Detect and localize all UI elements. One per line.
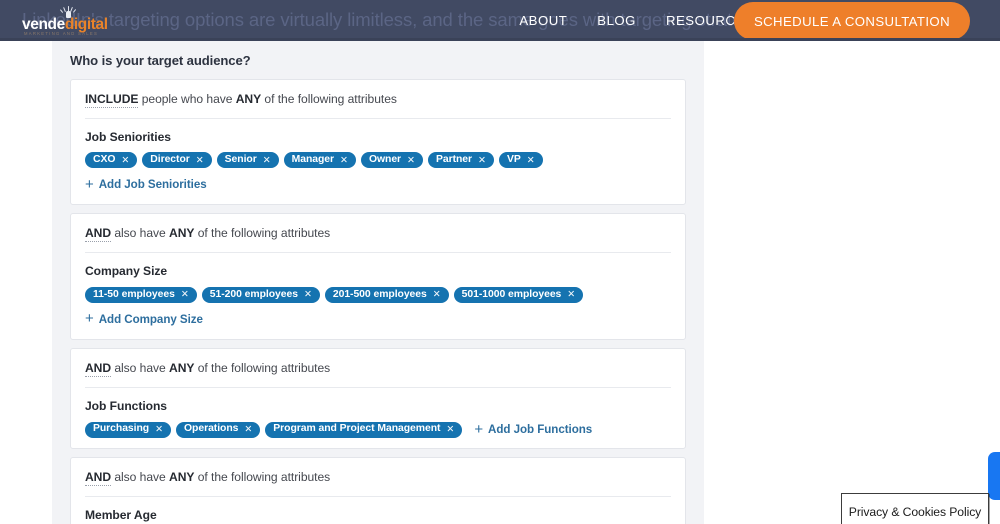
nav-link-about[interactable]: ABOUT — [519, 13, 567, 28]
attribute-chip-label: Manager — [292, 155, 334, 165]
attribute-chip[interactable]: Owner ✕ — [361, 152, 423, 168]
add-attribute-link[interactable]: + Add Job Functions — [474, 422, 592, 437]
attribute-label: Job Functions — [85, 399, 671, 414]
attribute-chip[interactable]: Director ✕ — [142, 152, 211, 168]
page-root: LinkedIn's targeting options are virtual… — [0, 0, 1000, 524]
attribute-chip-label: Program and Project Management — [273, 424, 440, 434]
rule-header: AND also have ANY of the following attri… — [85, 470, 671, 497]
rule-card: AND also have ANY of the following attri… — [70, 213, 686, 340]
attribute-chip[interactable]: Manager ✕ — [284, 152, 356, 168]
attribute-chip[interactable]: 51-200 employees ✕ — [202, 287, 320, 303]
main-nav: ABOUT BLOG RESOURCES — [519, 0, 754, 41]
nav-link-blog[interactable]: BLOG — [597, 13, 636, 28]
privacy-cookies-policy-label: Privacy & Cookies Policy — [849, 505, 981, 519]
attribute-label: Company Size — [85, 264, 671, 279]
logo-tagline: marketing and sales — [24, 31, 98, 36]
attribute-label: Member Age — [85, 508, 671, 523]
attribute-chip[interactable]: Program and Project Management ✕ — [265, 422, 462, 438]
rule-card: INCLUDE people who have ANY of the follo… — [70, 79, 686, 206]
chip-row: Purchasing✕Operations✕Program and Projec… — [85, 422, 671, 438]
plus-icon: + — [85, 311, 94, 326]
plus-icon: + — [85, 177, 94, 192]
attribute-chip[interactable]: Operations ✕ — [176, 422, 260, 438]
rule-quantifier[interactable]: ANY — [169, 361, 194, 375]
attribute-chip-label: Operations — [184, 424, 238, 434]
attribute-chip[interactable]: Purchasing ✕ — [85, 422, 171, 438]
site-header: LinkedIn's targeting options are virtual… — [0, 0, 1000, 41]
audience-builder-panel: Who is your target audience? INCLUDE peo… — [52, 41, 704, 524]
header-bottom-edge — [0, 38, 1000, 41]
chip-remove-icon[interactable]: ✕ — [304, 290, 312, 300]
rule-header: AND also have ANY of the following attri… — [85, 226, 671, 253]
rule-header-text: also have — [111, 361, 169, 375]
rule-header-tail: of the following attributes — [194, 226, 330, 240]
chip-remove-icon[interactable]: ✕ — [181, 290, 189, 300]
chip-remove-icon[interactable]: ✕ — [263, 156, 271, 166]
attribute-chip-label: CXO — [93, 155, 115, 165]
site-logo[interactable]: vendedigital marketing and sales — [22, 5, 142, 37]
rule-header-text: people who have — [138, 92, 235, 106]
rule-header-text: also have — [111, 470, 169, 484]
rule-operator[interactable]: INCLUDE — [85, 92, 138, 108]
rule-header: INCLUDE people who have ANY of the follo… — [85, 92, 671, 119]
rule-operator[interactable]: AND — [85, 361, 111, 377]
rule-header-tail: of the following attributes — [194, 470, 330, 484]
attribute-chip-label: Purchasing — [93, 424, 149, 434]
rules-list: INCLUDE people who have ANY of the follo… — [70, 79, 686, 524]
rule-header-tail: of the following attributes — [194, 361, 330, 375]
attribute-chip-label: Senior — [225, 155, 257, 165]
chip-remove-icon[interactable]: ✕ — [527, 156, 535, 166]
rule-quantifier[interactable]: ANY — [169, 470, 194, 484]
chat-widget-tab[interactable] — [988, 452, 1000, 500]
add-attribute-link[interactable]: + Add Job Seniorities — [85, 177, 207, 192]
attribute-chip-label: Director — [150, 155, 189, 165]
attribute-chip[interactable]: 11-50 employees ✕ — [85, 287, 197, 303]
attribute-chip[interactable]: 201-500 employees ✕ — [325, 287, 449, 303]
schedule-consultation-button[interactable]: SCHEDULE A CONSULTATION — [734, 2, 970, 40]
chip-remove-icon[interactable]: ✕ — [244, 425, 252, 435]
attribute-chip-label: Partner — [436, 155, 472, 165]
add-attribute-label: Add Job Functions — [488, 424, 592, 436]
attribute-chip[interactable]: Partner ✕ — [428, 152, 494, 168]
chip-remove-icon[interactable]: ✕ — [121, 156, 129, 166]
builder-title: Who is your target audience? — [70, 53, 686, 69]
rule-operator[interactable]: AND — [85, 226, 111, 242]
attribute-chip-label: 201-500 employees — [333, 290, 427, 300]
rule-quantifier[interactable]: ANY — [236, 92, 261, 106]
rule-header-text: also have — [111, 226, 169, 240]
attribute-chip[interactable]: CXO ✕ — [85, 152, 137, 168]
chip-remove-icon[interactable]: ✕ — [340, 156, 348, 166]
attribute-chip-label: 11-50 employees — [93, 290, 175, 300]
add-attribute-label: Add Job Seniorities — [99, 179, 207, 191]
plus-icon: + — [474, 422, 483, 437]
rule-header-tail: of the following attributes — [261, 92, 397, 106]
rule-card: AND also have ANY of the following attri… — [70, 348, 686, 449]
chip-remove-icon[interactable]: ✕ — [567, 290, 575, 300]
chip-row: CXO✕Director✕Senior✕Manager✕Owner✕Partne… — [85, 152, 671, 168]
chip-remove-icon[interactable]: ✕ — [407, 156, 415, 166]
rule-card: AND also have ANY of the following attri… — [70, 457, 686, 524]
privacy-cookies-policy-banner[interactable]: Privacy & Cookies Policy — [841, 493, 989, 524]
chip-remove-icon[interactable]: ✕ — [478, 156, 486, 166]
content-area: Who is your target audience? INCLUDE peo… — [0, 41, 1000, 524]
attribute-chip-label: VP — [507, 155, 521, 165]
rule-operator[interactable]: AND — [85, 470, 111, 486]
attribute-chip[interactable]: VP ✕ — [499, 152, 543, 168]
chip-row: 11-50 employees✕51-200 employees✕201-500… — [85, 287, 671, 303]
rule-quantifier[interactable]: ANY — [169, 226, 194, 240]
attribute-chip[interactable]: 501-1000 employees ✕ — [454, 287, 584, 303]
add-attribute-label: Add Company Size — [99, 314, 203, 326]
rule-header: AND also have ANY of the following attri… — [85, 361, 671, 388]
attribute-chip-label: Owner — [369, 155, 401, 165]
chip-remove-icon[interactable]: ✕ — [196, 156, 204, 166]
attribute-chip[interactable]: Senior ✕ — [217, 152, 279, 168]
add-attribute-link[interactable]: + Add Company Size — [85, 312, 203, 327]
chip-remove-icon[interactable]: ✕ — [446, 425, 454, 435]
attribute-chip-label: 501-1000 employees — [462, 290, 562, 300]
chip-remove-icon[interactable]: ✕ — [155, 425, 163, 435]
chip-remove-icon[interactable]: ✕ — [433, 290, 441, 300]
attribute-label: Job Seniorities — [85, 130, 671, 145]
attribute-chip-label: 51-200 employees — [210, 290, 298, 300]
